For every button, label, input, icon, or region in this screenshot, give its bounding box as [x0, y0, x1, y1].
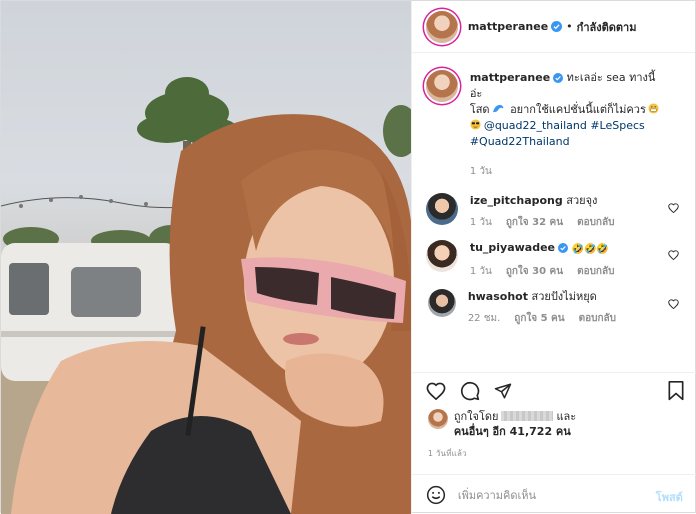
header-separator: • — [566, 20, 573, 33]
heart-icon[interactable] — [668, 250, 679, 260]
caption-line-2: โสด — [469, 103, 490, 116]
comment-meta: 1 วัน ถูกใจ 32 คน ตอบกลับ — [470, 215, 663, 230]
comment-username[interactable]: hwasohot — [468, 290, 528, 303]
commenter-avatar[interactable] — [425, 193, 458, 225]
instagram-post: mattperanee • กำลังติดตาม mattperanee ทะ… — [0, 0, 696, 514]
caption-line-3: อยากใช้แคปชั่นนี้แต่ก็ไม่ควร — [510, 103, 646, 116]
post-photo[interactable] — [1, 1, 411, 514]
blurred-liker-name — [501, 411, 554, 421]
post-comment-button[interactable]: โพสต์ — [656, 488, 683, 506]
emoji-smiley-icon[interactable] — [426, 485, 446, 505]
comment-username[interactable]: ize_pitchapong — [470, 194, 563, 207]
save-bookmark-icon[interactable] — [667, 381, 685, 401]
sunglasses-emoji-icon — [470, 119, 481, 130]
likes-suffix: และ — [556, 410, 577, 423]
commenter-avatar[interactable] — [427, 289, 456, 317]
reply-button[interactable]: ตอบกลับ — [577, 264, 614, 279]
comment-bubble-icon[interactable] — [460, 381, 480, 401]
caption: mattperanee ทะเลอ่ะ sea ทางนี้อ่ะ โสด อย… — [425, 70, 683, 179]
comment-username[interactable]: tu_piyawadee — [470, 241, 555, 254]
grimace-emoji-icon — [648, 103, 659, 114]
selfie-image — [1, 77, 411, 514]
add-comment-input[interactable]: เพิ่มความคิดเห็น — [458, 486, 536, 504]
verified-badge-icon — [553, 73, 564, 83]
mention-link[interactable]: @quad22_thailand — [484, 119, 587, 132]
caption-meta: 1 วัน — [470, 164, 663, 179]
comment-age[interactable]: 1 วัน — [470, 215, 492, 230]
hashtag-quad22thailand[interactable]: #Quad22Thailand — [470, 135, 570, 148]
post-header: mattperanee • กำลังติดตาม — [411, 1, 695, 53]
comment-item: tu_piyawadee 🤣🤣🤣 1 วัน ถูกใจ 30 คน ตอบกล… — [425, 240, 683, 279]
comment-likes[interactable]: ถูกใจ 32 คน — [506, 215, 563, 230]
hashtag-lespecs[interactable]: #LeSpecs — [590, 119, 644, 132]
comment-age[interactable]: 22 ชม. — [468, 311, 500, 326]
caption-avatar[interactable] — [425, 70, 458, 102]
comment-likes[interactable]: ถูกใจ 30 คน — [506, 264, 563, 279]
author-avatar[interactable] — [425, 10, 458, 43]
like-heart-icon[interactable] — [426, 382, 446, 400]
comment-text: 🤣🤣🤣 — [571, 244, 609, 255]
post-actions: ถูกใจโดย และ คนอื่นๆ อีก 41,722 คน 1 วันท… — [411, 372, 696, 514]
reply-button[interactable]: ตอบกลับ — [579, 311, 616, 326]
comment-meta: 22 ชม. ถูกใจ 5 คน ตอบกลับ — [468, 311, 663, 326]
comment-likes[interactable]: ถูกใจ 5 คน — [514, 311, 564, 326]
comment-age[interactable]: 1 วัน — [470, 264, 492, 279]
author-username[interactable]: mattperanee — [468, 20, 548, 33]
post-sidebar: mattperanee • กำลังติดตาม mattperanee ทะ… — [410, 1, 696, 514]
caption-username[interactable]: mattperanee — [470, 71, 550, 84]
heart-icon[interactable] — [668, 299, 679, 309]
likes-text: ถูกใจโดย และ คนอื่นๆ อีก 41,722 คน — [454, 409, 576, 439]
liker-avatar[interactable] — [427, 409, 448, 429]
caption-text: mattperanee ทะเลอ่ะ sea ทางนี้อ่ะ โสด อย… — [470, 70, 663, 150]
add-comment-bar: เพิ่มความคิดเห็น โพสต์ — [411, 474, 696, 514]
reply-button[interactable]: ตอบกลับ — [577, 215, 614, 230]
heart-icon[interactable] — [668, 203, 679, 213]
wave-emoji-icon — [492, 104, 503, 113]
caption-age[interactable]: 1 วัน — [470, 164, 492, 179]
comment-text: สวยปังไม่หยุด — [531, 290, 597, 303]
comment-text: สวยจุง — [566, 194, 598, 207]
comment-meta: 1 วัน ถูกใจ 30 คน ตอบกลับ — [470, 264, 663, 279]
verified-badge-icon — [558, 243, 569, 253]
comments-list[interactable]: mattperanee ทะเลอ่ะ sea ทางนี้อ่ะ โสด อย… — [412, 54, 696, 372]
likes-others-link[interactable]: คนอื่นๆ อีก 41,722 คน — [454, 425, 571, 438]
following-button[interactable]: กำลังติดตาม — [577, 18, 637, 36]
comment-item: hwasohot สวยปังไม่หยุด 22 ชม. ถูกใจ 5 คน… — [426, 289, 683, 326]
action-icons — [412, 373, 696, 409]
verified-badge-icon — [551, 21, 563, 32]
share-plane-icon[interactable] — [494, 382, 512, 400]
comment-item: ize_pitchapong สวยจุง 1 วัน ถูกใจ 32 คน … — [425, 193, 683, 230]
likes-prefix: ถูกใจโดย — [453, 410, 499, 423]
post-timestamp[interactable]: 1 วันที่แล้ว — [412, 447, 696, 460]
likes-summary: ถูกใจโดย และ คนอื่นๆ อีก 41,722 คน — [412, 409, 696, 439]
commenter-avatar[interactable] — [425, 240, 458, 272]
